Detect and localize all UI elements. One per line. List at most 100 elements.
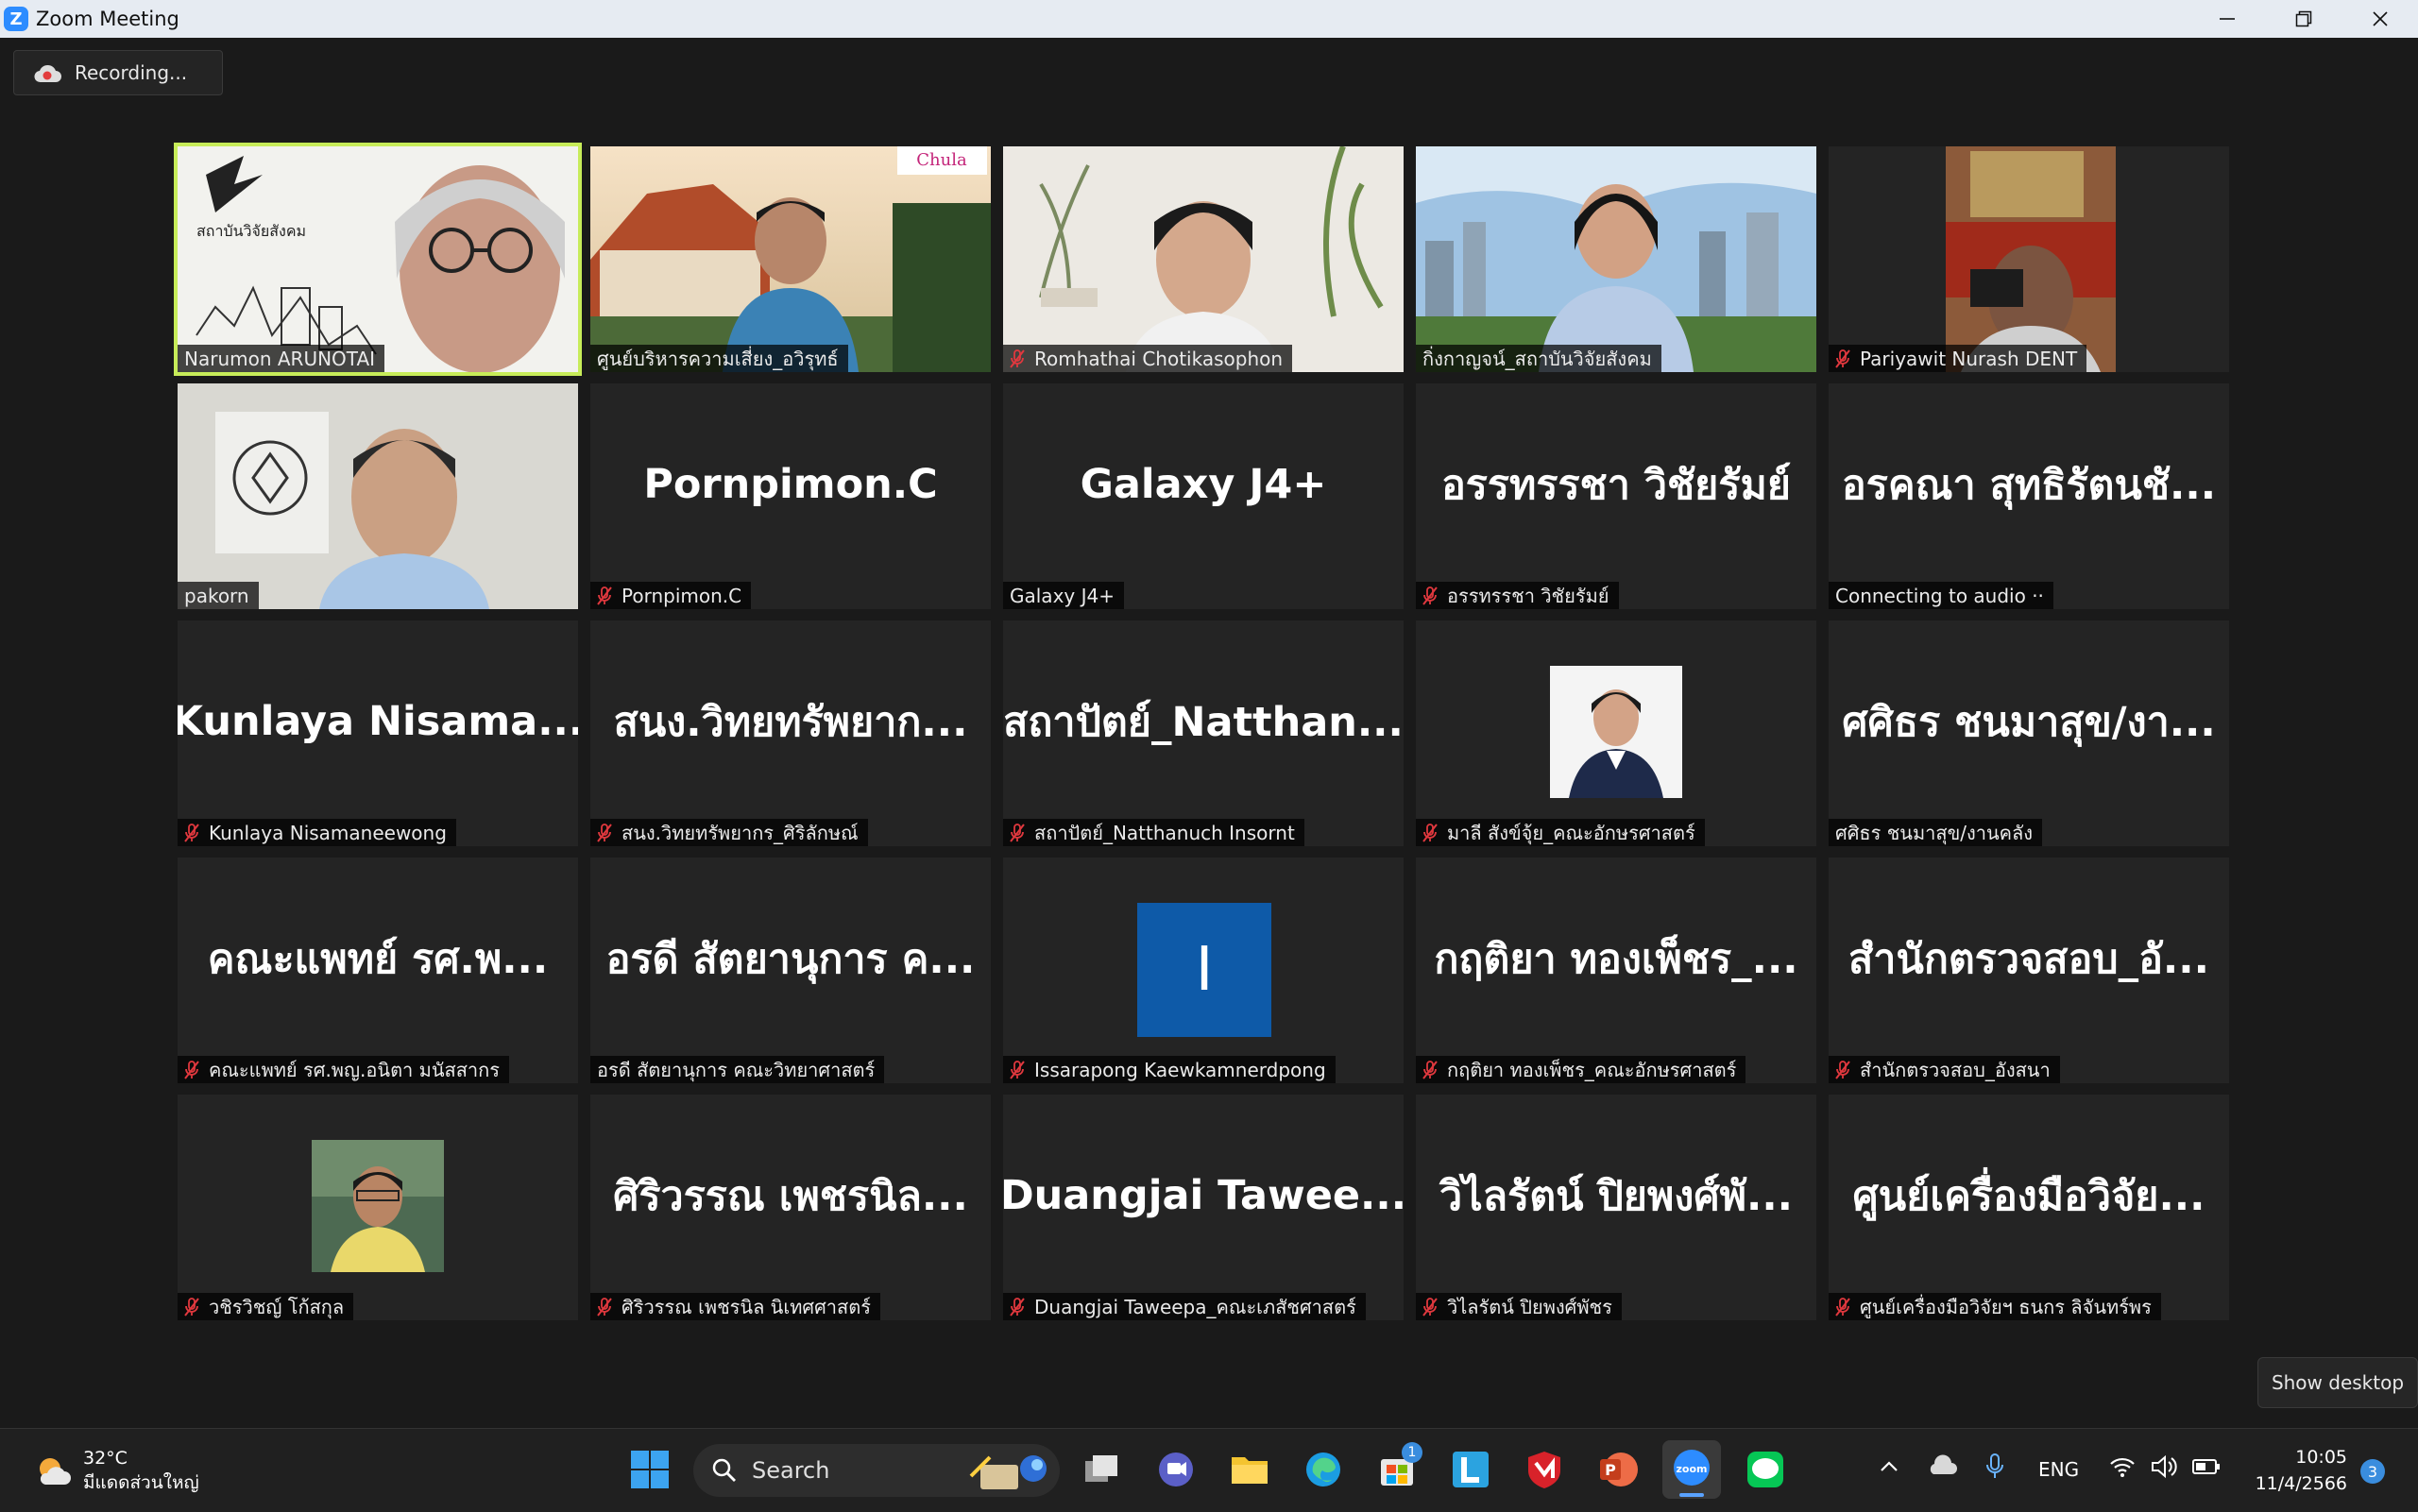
participant-nameplate: สำนักตรวจสอบ_อังสนา xyxy=(1829,1056,2060,1083)
onedrive-tray-button[interactable] xyxy=(1927,1453,1959,1484)
participant-tile[interactable]: วชิรวิชญ์ โก้สกุล xyxy=(178,1095,578,1320)
participant-nameplate: คณะแพทย์ รศ.พญ.อนิตา มนัสสากร xyxy=(178,1056,509,1083)
muted-mic-icon xyxy=(184,823,199,842)
participant-nameplate: Duangjai Taweepa_คณะเภสัชศาสตร์ xyxy=(1003,1293,1366,1320)
participant-tile[interactable]: อรดี สัตยานุการ ค... อรดี สัตยานุการ คณะว… xyxy=(590,858,991,1083)
participant-tile[interactable]: Romhathai Chotikasophon xyxy=(1003,146,1404,372)
participant-nameplate: ศูนย์บริหารความเสี่ยง_อวิรุทธ์ xyxy=(590,345,848,372)
participant-tile[interactable]: มาลี สังข์จุ้ย_คณะอักษรศาสตร์ xyxy=(1416,620,1816,846)
participant-display-name: คณะแพทย์ รศ.พ... xyxy=(207,935,549,983)
minimize-button[interactable] xyxy=(2188,0,2265,38)
participant-name: กฤติยา ทองเพ็ชร_คณะอักษรศาสตร์ xyxy=(1447,1058,1737,1081)
volume-tray-button[interactable] xyxy=(2150,1453,2178,1484)
teams-chat-button[interactable] xyxy=(1154,1448,1198,1491)
participant-display-name: อรรทรรชา วิชัยรัมย์ xyxy=(1440,461,1791,509)
muted-mic-icon xyxy=(1835,348,1850,368)
folder-icon xyxy=(1232,1457,1268,1484)
participant-nameplate: กิ่งกาญจน์_สถาบันวิจัยสังคม xyxy=(1416,345,1661,372)
participant-tile[interactable]: Kunlaya Nisama... Kunlaya Nisamaneewong xyxy=(178,620,578,846)
participant-nameplate: กฤติยา ทองเพ็ชร_คณะอักษรศาสตร์ xyxy=(1416,1056,1746,1083)
task-view-button[interactable] xyxy=(1080,1448,1123,1491)
participant-nameplate: Kunlaya Nisamaneewong xyxy=(178,819,456,846)
task-view-icon xyxy=(1085,1455,1117,1482)
minimize-icon xyxy=(2219,18,2235,20)
close-button[interactable] xyxy=(2341,0,2418,38)
taskbar: 32°C มีแดดส่วนใหญ่ Search 1 P zoom ENG 1… xyxy=(0,1428,2418,1512)
participant-video xyxy=(1416,146,1816,372)
participant-tile[interactable]: ศิริวรรณ เพชรนิล... ศิริวรรณ เพชรนิล นิเท… xyxy=(590,1095,991,1320)
participant-tile[interactable]: Duangjai Tawee... Duangjai Taweepa_คณะเภส… xyxy=(1003,1095,1404,1320)
search-label: Search xyxy=(752,1457,830,1484)
participant-name: Narumon ARUNOTAI xyxy=(184,347,376,370)
participant-display-name: วิไลรัตน์ ปิยพงศ์พั... xyxy=(1439,1172,1793,1220)
wifi-tray-button[interactable] xyxy=(2108,1453,2137,1484)
l-app-button[interactable] xyxy=(1449,1448,1492,1491)
participant-display-name: อรคณา สุทธิรัตนชั... xyxy=(1841,461,2217,509)
participant-name: อรดี สัตยานุการ คณะวิทยาศาสตร์ xyxy=(597,1058,876,1081)
store-button[interactable]: 1 xyxy=(1375,1442,1422,1491)
participant-nameplate: ศศิธร ชนมาสุข/งานคลัง xyxy=(1829,819,2043,846)
participant-tile[interactable]: Galaxy J4+ Galaxy J4+ xyxy=(1003,383,1404,609)
participant-name: Kunlaya Nisamaneewong xyxy=(209,821,447,844)
muted-mic-icon xyxy=(1010,823,1025,842)
language-indicator[interactable]: ENG xyxy=(2038,1458,2079,1481)
restore-icon xyxy=(2295,10,2311,27)
participant-name: ศิริวรรณ เพชรนิล นิเทศศาสตร์ xyxy=(622,1295,871,1318)
participant-tile[interactable]: Chula ศูนย์บริหารความเสี่ยง_อวิรุทธ์ xyxy=(590,146,991,372)
participant-tile[interactable]: สำนักตรวจสอบ_อั... สำนักตรวจสอบ_อังสนา xyxy=(1829,858,2229,1083)
participant-name: Duangjai Taweepa_คณะเภสัชศาสตร์ xyxy=(1034,1295,1356,1318)
cloud-icon xyxy=(1930,1454,1957,1474)
zoom-taskbar-button[interactable]: zoom xyxy=(1662,1440,1721,1499)
participant-tile[interactable]: กฤติยา ทองเพ็ชร_... กฤติยา ทองเพ็ชร_คณะอั… xyxy=(1416,858,1816,1083)
participant-nameplate: Pornpimon.C xyxy=(590,582,752,609)
participant-tile[interactable]: กิ่งกาญจน์_สถาบันวิจัยสังคม xyxy=(1416,146,1816,372)
weather-widget[interactable]: 32°C มีแดดส่วนใหญ่ xyxy=(34,1446,199,1495)
battery-tray-button[interactable] xyxy=(2191,1455,2222,1482)
taskbar-clock[interactable]: 10:05 11/4/2566 xyxy=(2253,1444,2347,1497)
participant-name: Connecting to audio ·· xyxy=(1835,584,2044,607)
participant-tile[interactable]: วิไลรัตน์ ปิยพงศ์พั... วิไลรัตน์ ปิยพงศ์พ… xyxy=(1416,1095,1816,1320)
participant-tile[interactable]: ศศิธร ชนมาสุข/งา... ศศิธร ชนมาสุข/งานคลัง xyxy=(1829,620,2229,846)
weather-temp: 32°C xyxy=(83,1448,128,1469)
participant-tile[interactable]: สถาปัตย์_Natthan... สถาปัตย์_Natthanuch I… xyxy=(1003,620,1404,846)
participant-tile[interactable]: คณะแพทย์ รศ.พ... คณะแพทย์ รศ.พญ.อนิตา มนั… xyxy=(178,858,578,1083)
participant-name: Issarapong Kaewkamnerdpong xyxy=(1034,1058,1326,1081)
participant-tile[interactable]: อรคณา สุทธิรัตนชั... Connecting to audio … xyxy=(1829,383,2229,609)
sun-cloud-icon xyxy=(40,1458,71,1485)
battery-icon xyxy=(2192,1459,2220,1474)
participant-name: คณะแพทย์ รศ.พญ.อนิตา มนัสสากร xyxy=(209,1058,500,1081)
participant-tile[interactable]: Pornpimon.C Pornpimon.C xyxy=(590,383,991,609)
recording-indicator[interactable]: Recording... xyxy=(13,50,223,95)
powerpoint-icon: P xyxy=(1600,1453,1638,1487)
participant-nameplate: pakorn xyxy=(178,582,259,609)
svg-text:Chula: Chula xyxy=(916,150,967,170)
participant-tile[interactable]: pakorn xyxy=(178,383,578,609)
muted-mic-icon xyxy=(1835,1297,1850,1317)
muted-mic-icon xyxy=(184,1297,199,1317)
taskbar-search[interactable]: Search xyxy=(693,1444,1060,1497)
restore-button[interactable] xyxy=(2265,0,2341,38)
edge-icon xyxy=(1306,1453,1340,1487)
participant-tile[interactable]: Pariyawit Nurash DENT xyxy=(1829,146,2229,372)
participant-tile[interactable]: I Issarapong Kaewkamnerdpong xyxy=(1003,858,1404,1083)
mcafee-button[interactable] xyxy=(1523,1448,1566,1491)
line-app-button[interactable] xyxy=(1744,1448,1787,1491)
participant-nameplate: มาลี สังข์จุ้ย_คณะอักษรศาสตร์ xyxy=(1416,819,1705,846)
window-controls xyxy=(2188,0,2418,38)
participant-nameplate: ศิริวรรณ เพชรนิล นิเทศศาสตร์ xyxy=(590,1293,880,1320)
participant-tile[interactable]: อรรทรรชา วิชัยรัมย์ อรรทรรชา วิชัยรัมย์ xyxy=(1416,383,1816,609)
participant-nameplate: วชิรวิชญ์ โก้สกุล xyxy=(178,1293,354,1320)
notification-count-badge[interactable]: 3 xyxy=(2360,1459,2385,1484)
edge-browser-button[interactable] xyxy=(1302,1448,1345,1491)
microphone-tray-button[interactable] xyxy=(1984,1452,2006,1486)
show-hidden-icons-button[interactable] xyxy=(1878,1455,1900,1482)
muted-mic-icon xyxy=(597,1297,612,1317)
start-button[interactable] xyxy=(628,1448,672,1491)
participant-name: สถาปัตย์_Natthanuch Insornt xyxy=(1034,821,1295,844)
participant-tile[interactable]: สนง.วิทยทรัพยาก... สนง.วิทยทรัพยากร_ศิริล… xyxy=(590,620,991,846)
participant-tile[interactable]: สถาบันวิจัยสังคม Narumon ARUNOTAI xyxy=(174,143,582,376)
powerpoint-button[interactable]: P xyxy=(1596,1448,1640,1491)
participant-tile[interactable]: ศูนย์เครื่องมือวิจัย... ศูนย์เครื่องมือวิ… xyxy=(1829,1095,2229,1320)
cloud-recording-icon xyxy=(33,63,61,83)
file-explorer-button[interactable] xyxy=(1228,1448,1271,1491)
